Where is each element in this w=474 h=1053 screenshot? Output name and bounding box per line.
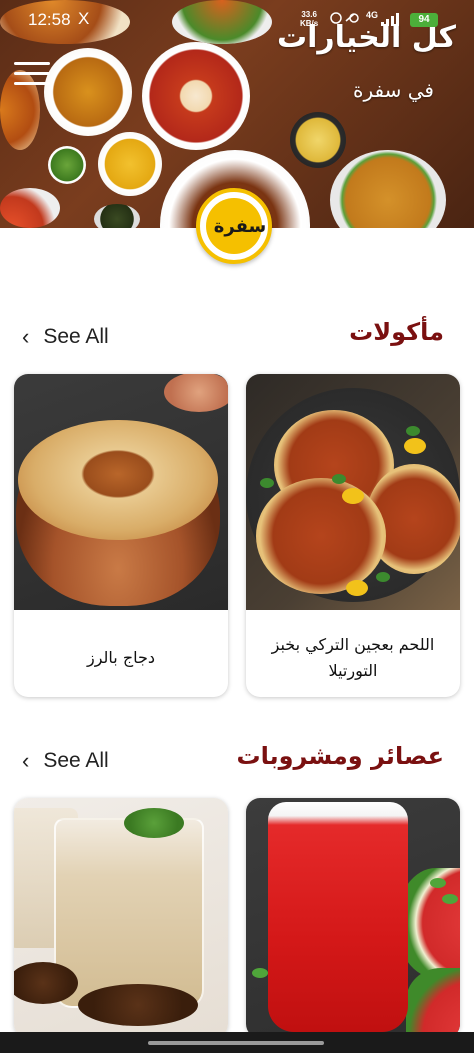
drink-card[interactable] <box>14 798 228 1038</box>
card-image <box>246 374 460 610</box>
alarm-wifi-icons <box>330 12 359 24</box>
card-image <box>246 798 460 1034</box>
see-all-label: See All <box>43 749 109 772</box>
drink-card[interactable] <box>246 798 460 1038</box>
status-bar: 12:58 X 33.6 KB/s 4G 94 <box>0 0 474 40</box>
card-label: دجاج بالرز <box>86 648 156 668</box>
food-plate <box>44 48 132 136</box>
food-plate <box>330 150 446 228</box>
home-indicator[interactable] <box>148 1041 324 1045</box>
battery-icon: 94 <box>410 13 438 27</box>
network-speed-unit: KB/s <box>300 19 319 28</box>
see-all-button[interactable]: ‹ See All <box>22 322 109 352</box>
menu-icon[interactable] <box>14 62 50 90</box>
food-plate <box>94 204 140 228</box>
hero-subtitle: في سفرة <box>353 78 434 102</box>
logo-text: سفرة <box>213 216 267 237</box>
see-all-label: See All <box>43 325 109 348</box>
network-speed: 33.6 KB/s <box>300 10 318 28</box>
network-type: 4G <box>366 10 379 20</box>
card-image <box>14 798 228 1034</box>
signal-icon <box>381 13 399 26</box>
status-time: 12:58 <box>28 10 71 29</box>
x-app-icon: X <box>78 9 90 28</box>
chevron-left-icon: ‹ <box>22 748 30 773</box>
card-label: اللحم بعجين التركي بخبز التورتيلا <box>271 635 435 680</box>
see-all-button[interactable]: ‹ See All <box>22 746 109 776</box>
section-title: مأكولات <box>349 318 444 346</box>
food-card[interactable]: اللحم بعجين التركي بخبز التورتيلا <box>246 374 460 697</box>
food-plate <box>0 188 60 228</box>
food-plate <box>290 112 346 168</box>
section-header-food: ‹ See All مأكولات <box>0 316 474 356</box>
chevron-left-icon: ‹ <box>22 324 30 349</box>
section-title: عصائر ومشروبات <box>236 742 444 770</box>
food-plate <box>142 42 250 150</box>
food-plate <box>98 132 162 196</box>
network-speed-value: 33.6 <box>301 10 317 19</box>
food-plate <box>48 146 86 184</box>
card-image <box>14 374 228 610</box>
section-header-drinks: ‹ See All عصائر ومشروبات <box>0 740 474 780</box>
app-logo: سفرة <box>196 188 272 264</box>
food-card[interactable]: دجاج بالرز <box>14 374 228 697</box>
